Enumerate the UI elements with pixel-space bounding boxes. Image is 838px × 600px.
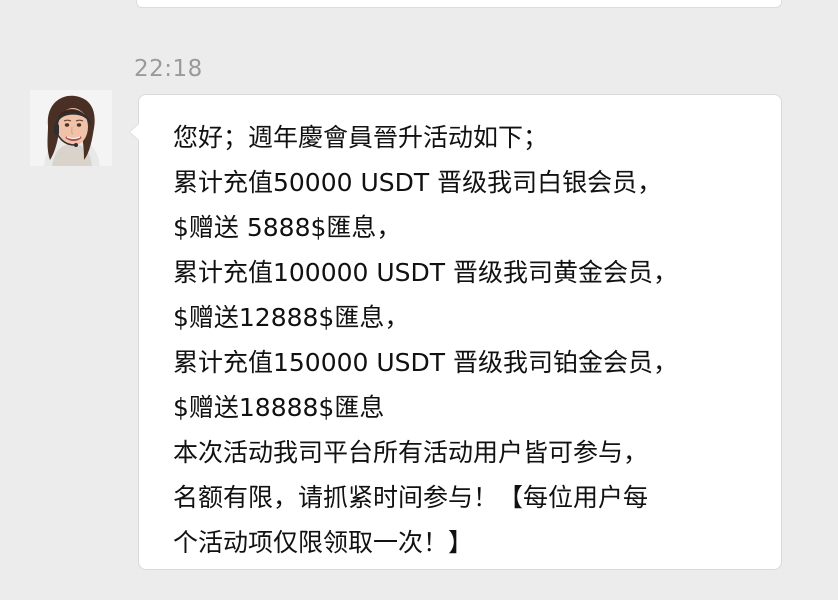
message-line: 累计充值150000 USDT 晋级我司铂金会员， [173,348,679,377]
message-line: 您好；週年慶會員晉升活动如下； [173,123,549,152]
message-line: 本次活动我司平台所有活动用户皆可参与， [173,438,649,467]
chat-conversation: 22:18 您好；週年慶會員晉升活动如下； 累计充值50000 USDT 晋级我… [0,0,838,600]
message-timestamp: 22:18 [134,56,203,82]
message-line: 个活动项仅限领取一次！】 [173,528,474,557]
customer-service-agent-avatar-icon [30,90,112,166]
sender-avatar[interactable] [30,90,112,166]
message-line: 名额有限，请抓紧时间参与！【每位用户每 [173,483,649,512]
previous-message-bubble[interactable] [136,0,782,8]
message-line: $赠送 5888$匯息， [173,213,402,242]
message-bubble[interactable]: 您好；週年慶會員晉升活动如下； 累计充值50000 USDT 晋级我司白银会员，… [129,94,782,570]
message-line: 累计充值50000 USDT 晋级我司白银会员， [173,168,663,197]
message-text: 您好；週年慶會員晉升活动如下； 累计充值50000 USDT 晋级我司白银会员，… [173,115,763,565]
message-line: 累计充值100000 USDT 晋级我司黄金会员， [173,258,679,287]
message-line: $赠送18888$匯息 [173,393,385,422]
message-line: $赠送12888$匯息， [173,303,410,332]
